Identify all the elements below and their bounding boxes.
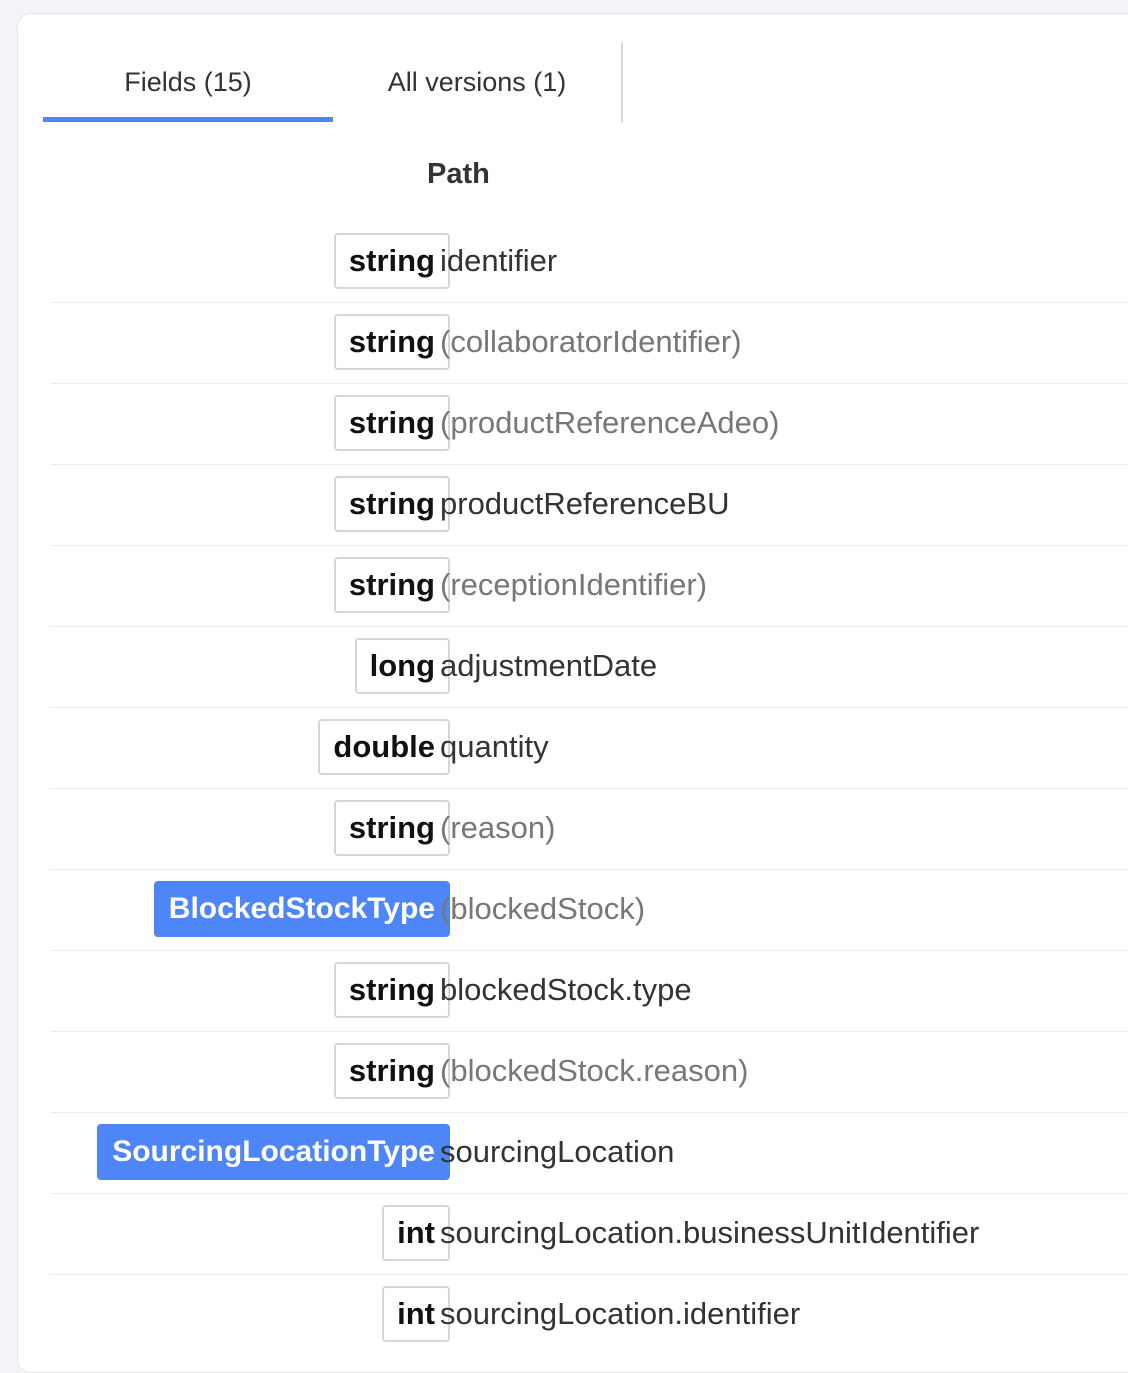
table-row: string identifier bbox=[50, 222, 1128, 303]
field-path: productReferenceBU bbox=[440, 486, 730, 521]
complex-type-badge[interactable]: BlockedStockType bbox=[153, 881, 450, 937]
table-row: string blockedStock.type bbox=[50, 951, 1128, 1032]
table-row: string (receptionIdentifier) bbox=[50, 546, 1128, 627]
type-badge: string bbox=[333, 233, 450, 289]
type-badge: string bbox=[333, 476, 450, 532]
type-badge: string bbox=[333, 314, 450, 370]
table-row: long adjustmentDate bbox=[50, 627, 1128, 708]
table-row: string (reason) bbox=[50, 789, 1128, 870]
field-path: blockedStock.type bbox=[440, 972, 692, 1007]
field-path: sourcingLocation bbox=[440, 1134, 675, 1169]
type-badge: string bbox=[333, 800, 450, 856]
table-row: string (collaboratorIdentifier) bbox=[50, 303, 1128, 384]
field-path: adjustmentDate bbox=[440, 648, 658, 683]
field-path: quantity bbox=[440, 729, 549, 764]
tab-fields[interactable]: Fields (15) bbox=[43, 42, 333, 122]
table-row: BlockedStockType (blockedStock) bbox=[50, 870, 1128, 951]
type-badge: string bbox=[333, 962, 450, 1018]
field-path: (collaboratorIdentifier) bbox=[440, 324, 742, 359]
fields-table: string identifier string (collaboratorId… bbox=[50, 222, 1128, 1355]
type-badge: string bbox=[333, 557, 450, 613]
type-badge: string bbox=[333, 1043, 450, 1099]
table-row: double quantity bbox=[50, 708, 1128, 789]
field-path: (receptionIdentifier) bbox=[440, 567, 708, 602]
field-path: (blockedStock) bbox=[440, 891, 646, 926]
table-row: int sourcingLocation.identifier bbox=[50, 1275, 1128, 1355]
field-path: (reason) bbox=[440, 810, 556, 845]
tab-bar: Fields (15) All versions (1) bbox=[43, 42, 623, 122]
table-row: string (productReferenceAdeo) bbox=[50, 384, 1128, 465]
table-row: string productReferenceBU bbox=[50, 465, 1128, 546]
type-badge: string bbox=[333, 395, 450, 451]
path-column-header: Path bbox=[427, 158, 490, 190]
table-row: string (blockedStock.reason) bbox=[50, 1032, 1128, 1113]
field-path: (blockedStock.reason) bbox=[440, 1053, 749, 1088]
table-row: int sourcingLocation.businessUnitIdentif… bbox=[50, 1194, 1128, 1275]
tab-all-versions[interactable]: All versions (1) bbox=[333, 42, 623, 122]
field-path: (productReferenceAdeo) bbox=[440, 405, 780, 440]
type-badge: double bbox=[318, 719, 450, 775]
field-path: identifier bbox=[440, 243, 558, 278]
field-path: sourcingLocation.identifier bbox=[440, 1296, 801, 1331]
type-badge: long bbox=[354, 638, 450, 694]
field-path: sourcingLocation.businessUnitIdentifier bbox=[440, 1215, 980, 1250]
complex-type-badge[interactable]: SourcingLocationType bbox=[97, 1124, 450, 1180]
table-row: SourcingLocationType sourcingLocation bbox=[50, 1113, 1128, 1194]
